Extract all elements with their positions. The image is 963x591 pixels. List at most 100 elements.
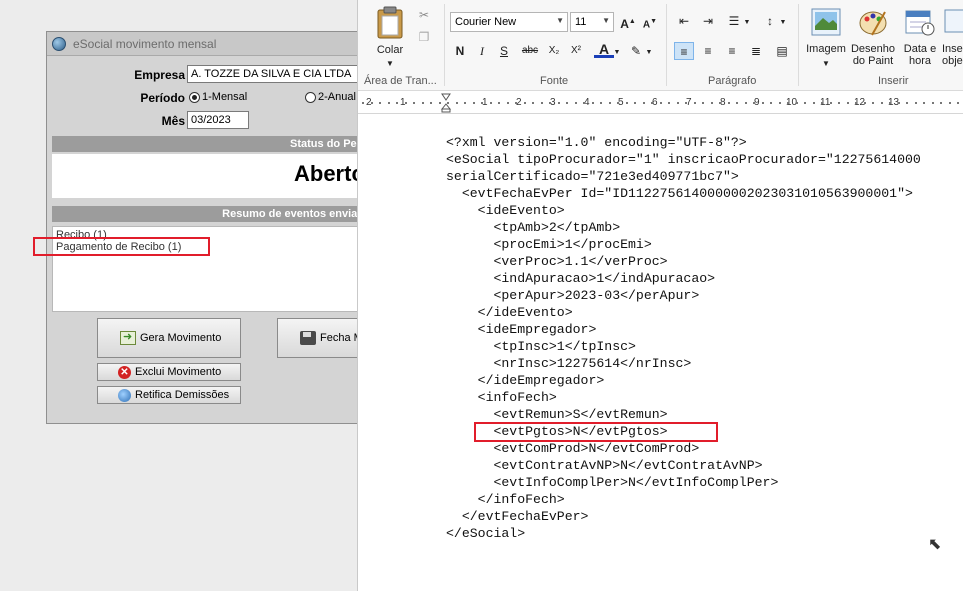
superscript-button[interactable]: X²: [566, 42, 586, 60]
ruler-tick: [727, 102, 730, 104]
decrease-indent-icon[interactable]: ⇤: [674, 12, 694, 30]
insert-object-button[interactable]: Inse obje: [942, 6, 963, 70]
group-separator: [798, 4, 799, 86]
text-color-icon[interactable]: A: [594, 40, 614, 58]
mes-field[interactable]: 03/2023: [187, 111, 249, 129]
globe-icon: [118, 388, 131, 402]
font-size-combobox[interactable]: 11 ▼: [570, 12, 614, 32]
ruler-tick: [421, 102, 424, 104]
grow-font-icon[interactable]: A▲: [618, 13, 638, 31]
date-time-button[interactable]: Data e hora: [900, 6, 940, 70]
cut-scissors-icon[interactable]: ✂: [414, 6, 434, 24]
paste-button[interactable]: Colar ▼: [372, 6, 408, 68]
periodo-option-label: 2-Anual: [318, 91, 356, 103]
align-right-icon[interactable]: ≡: [722, 42, 742, 60]
font-name-combobox[interactable]: Courier New ▼: [450, 12, 568, 32]
periodo-label: Período: [140, 91, 185, 105]
ruler-tick: [651, 102, 653, 104]
retifica-demissoes-button[interactable]: Retifica Demissões: [97, 386, 241, 404]
group-separator: [444, 4, 445, 86]
justify-icon[interactable]: ≣: [746, 42, 766, 60]
document-line[interactable]: serialCertificado="721e3ed409771bc7">: [446, 168, 921, 185]
paint-drawing-button[interactable]: Desenho do Paint: [848, 6, 898, 70]
copy-icon[interactable]: ❐: [414, 28, 434, 46]
indent-marker-icon[interactable]: [441, 93, 451, 113]
document-line[interactable]: <evtContratAvNP>N</evtContratAvNP>: [446, 457, 921, 474]
shrink-font-icon[interactable]: A▼: [640, 13, 660, 31]
ruler-tick: [770, 102, 772, 104]
align-center-icon[interactable]: ≡: [698, 42, 718, 60]
ruler-tick: [702, 102, 704, 104]
chevron-down-icon[interactable]: ▼: [778, 14, 788, 32]
ruler-tick: [464, 102, 466, 104]
subscript-button[interactable]: X₂: [544, 42, 564, 60]
document-line[interactable]: <eSocial tipoProcurador="1" inscricaoPro…: [446, 151, 921, 168]
empresa-field[interactable]: A. TOZZE DA SILVA E CIA LTDA: [187, 65, 375, 83]
document-line[interactable]: <evtFechaEvPer Id="ID1122756140000002023…: [446, 185, 921, 202]
document-line[interactable]: <nrInsc>12275614</nrInsc>: [446, 355, 921, 372]
gera-movimento-button[interactable]: Gera Movimento: [97, 318, 241, 358]
document-line[interactable]: </infoFech>: [446, 491, 921, 508]
ruler-tick: [761, 102, 764, 104]
document-line[interactable]: </eSocial>: [446, 525, 921, 542]
mouse-cursor-icon: ⬉: [928, 536, 942, 553]
periodo-radio-mensal[interactable]: 1-Mensal: [189, 91, 247, 103]
italic-button[interactable]: I: [472, 42, 492, 60]
document-body[interactable]: <?xml version="1.0" encoding="UTF-8"?> <e…: [446, 134, 921, 542]
insert-image-button[interactable]: Imagem ▼: [804, 6, 848, 70]
ribbon: Colar ▼ ✂ ❐ Área de Tran... Courier New …: [358, 0, 963, 91]
line-spacing-icon[interactable]: ↕: [760, 12, 780, 30]
ruler-tick: [914, 102, 917, 104]
document-line[interactable]: </ideEvento>: [446, 304, 921, 321]
ruler-tick: [906, 102, 908, 104]
document-line[interactable]: <perApur>2023-03</perApur>: [446, 287, 921, 304]
font-size-value: 11: [575, 16, 587, 28]
document-line[interactable]: <evtRemun>S</evtRemun>: [446, 406, 921, 423]
clipboard-icon: [377, 6, 403, 39]
document-line[interactable]: <ideEvento>: [446, 202, 921, 219]
document-line[interactable]: <indApuracao>1</indApuracao>: [446, 270, 921, 287]
highlighter-icon[interactable]: ✎: [626, 42, 646, 60]
document-line[interactable]: <verProc>1.1</verProc>: [446, 253, 921, 270]
ruler-tick: [430, 102, 432, 104]
document-line[interactable]: <?xml version="1.0" encoding="UTF-8"?>: [446, 134, 921, 151]
increase-indent-icon[interactable]: ⇥: [698, 12, 718, 30]
document-line[interactable]: <evtComProd>N</evtComProd>: [446, 440, 921, 457]
bullet-list-icon[interactable]: ☰: [724, 12, 744, 30]
paste-label: Colar: [376, 44, 404, 56]
chevron-down-icon: ▼: [822, 59, 830, 68]
font-name-value: Courier New: [455, 16, 517, 28]
insert-object-icon: [944, 9, 963, 33]
strikethrough-button[interactable]: abc: [518, 42, 542, 60]
chevron-down-icon: ▼: [386, 59, 394, 68]
ruler-tick: [413, 102, 415, 104]
paragraph-settings-icon[interactable]: ▤: [772, 42, 792, 60]
document-line[interactable]: <tpInsc>1</tpInsc>: [446, 338, 921, 355]
exclui-movimento-button[interactable]: ✕ Exclui Movimento: [97, 363, 241, 381]
status-panel: Abertc: [52, 154, 372, 198]
document-line[interactable]: <ideEmpregador>: [446, 321, 921, 338]
ruler-tick: [931, 102, 934, 104]
ruler-tick: [880, 102, 883, 104]
document-line[interactable]: <tpAmb>2</tpAmb>: [446, 219, 921, 236]
document-line[interactable]: <evtInfoComplPer>N</evtInfoComplPer>: [446, 474, 921, 491]
ruler-tick: [379, 102, 381, 104]
align-left-icon[interactable]: ≡: [674, 42, 694, 60]
underline-button[interactable]: S: [494, 42, 514, 60]
document-line[interactable]: <procEmi>1</procEmi>: [446, 236, 921, 253]
chevron-down-icon[interactable]: ▼: [612, 44, 622, 62]
document-line[interactable]: </evtFechaEvPer>: [446, 508, 921, 525]
paint-palette-icon: [859, 11, 887, 36]
document-line[interactable]: <infoFech>: [446, 389, 921, 406]
esocial-window: eSocial movimento mensal Empresa A. TOZZ…: [46, 31, 377, 424]
chevron-down-icon[interactable]: ▼: [644, 44, 654, 62]
bold-button[interactable]: N: [450, 42, 470, 60]
button-label: Retifica Demissões: [135, 389, 230, 401]
title-bar[interactable]: eSocial movimento mensal: [47, 32, 375, 56]
chevron-down-icon[interactable]: ▼: [742, 14, 752, 32]
ruler[interactable]: 2 1 1 2 3 4 5 6 7 8 9 10 11 12 13: [358, 92, 963, 114]
ruler-tick: [515, 102, 517, 104]
periodo-radio-anual[interactable]: 2-Anual: [305, 91, 356, 103]
highlight-box-pagamento: [33, 237, 210, 256]
document-line[interactable]: </ideEmpregador>: [446, 372, 921, 389]
